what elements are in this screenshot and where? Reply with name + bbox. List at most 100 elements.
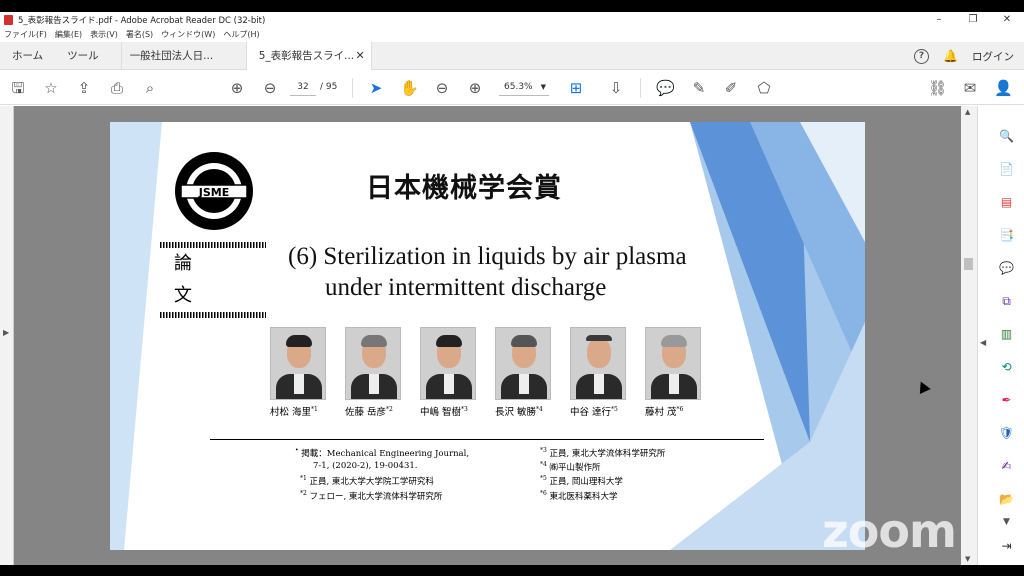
footnote: *6 東北医科薬科大学: [540, 490, 618, 502]
collapse-pane-icon[interactable]: ⇥: [998, 538, 1015, 555]
scroll-thumb[interactable]: [964, 258, 973, 270]
star-icon[interactable]: ☆: [42, 79, 60, 97]
menu-sign[interactable]: 署名(S): [126, 29, 153, 40]
author-photo: [570, 327, 626, 400]
link-icon[interactable]: ⛓: [928, 79, 947, 97]
scan-icon[interactable]: ⟲: [998, 359, 1015, 376]
sign-icon[interactable]: ✍: [998, 458, 1015, 475]
zoom-in-icon[interactable]: ⊕: [466, 79, 484, 97]
menu-view[interactable]: 表示(V): [90, 29, 118, 40]
zoom-level-select[interactable]: 65.3% ▼: [499, 79, 549, 96]
fill-sign-icon[interactable]: ✒: [998, 392, 1015, 409]
menu-bar: ファイル(F) 編集(E) 表示(V) 署名(S) ウィンドウ(W) ヘルプ(H…: [0, 28, 1024, 41]
protect-icon[interactable]: 🛡: [998, 425, 1015, 442]
window-title: 5_表彰報告スライド.pdf - Adobe Acrobat Reader DC…: [18, 16, 266, 26]
more-tools-icon[interactable]: 📂: [998, 491, 1015, 508]
chevron-down-icon: ▼: [540, 83, 546, 91]
author-name: 長沢 敏勝*4: [495, 405, 543, 418]
zoom-out-icon[interactable]: ⊖: [433, 79, 451, 97]
author-name: 中嶋 智樹*3: [420, 405, 468, 418]
hand-icon[interactable]: ✋: [400, 79, 419, 97]
page-down-icon[interactable]: ⊖: [261, 79, 279, 97]
tab-tools[interactable]: ツール: [55, 42, 111, 70]
search-icon[interactable]: ⌕: [141, 79, 159, 97]
author-name: 佐藤 岳彦*2: [345, 405, 393, 418]
bell-icon[interactable]: 🔔: [943, 49, 958, 63]
tab-bar: ホーム ツール 一般社団法人日... 5_表彰報告スライ... ✕ ? 🔔 ログ…: [0, 41, 1024, 70]
left-panel-toggle[interactable]: ▶: [0, 106, 14, 565]
footnote: *4 ㈱平山製作所: [540, 461, 601, 473]
toolbar: 🖫 ☆ ⇪ ⎙ ⌕ ⊕ ⊖ 32 / 95 ➤ ✋ ⊖ ⊕ 65.3% ▼ ⊞ ⇩…: [0, 70, 1024, 105]
acrobat-icon: [4, 15, 13, 25]
help-icon[interactable]: ?: [914, 48, 930, 64]
author-name: 藤村 茂*6: [645, 405, 684, 418]
chevron-left-icon[interactable]: ◀: [980, 338, 986, 347]
zoom-level-value: 65.3%: [504, 82, 533, 92]
upload-icon[interactable]: ⇪: [75, 79, 93, 97]
page-up-icon[interactable]: ⊕: [228, 79, 246, 97]
zoom-search-icon[interactable]: 🔍: [998, 128, 1015, 145]
page-number-input[interactable]: 32: [290, 79, 316, 96]
page-total: / 95: [320, 82, 338, 92]
footnote: *3 正員, 東北大学流体科学研究所: [540, 447, 666, 459]
toolbar-divider: [352, 78, 353, 98]
divider-line: [210, 439, 764, 440]
footnote: 7-1, (2020-2), 19-00431.: [313, 461, 418, 471]
jsme-logo: JSME: [175, 152, 253, 230]
author-photo: [495, 327, 551, 400]
select-arrow-icon[interactable]: ➤: [367, 79, 385, 97]
menu-edit[interactable]: 編集(E): [55, 29, 82, 40]
stamp-icon[interactable]: ⬠: [755, 79, 773, 97]
footnote: *2 フェロー, 東北大学流体科学研究所: [300, 490, 443, 502]
login-button[interactable]: ログイン: [972, 49, 1014, 64]
menu-window[interactable]: ウィンドウ(W): [161, 29, 215, 40]
organize-pages-icon[interactable]: ▥: [998, 326, 1015, 343]
scroll-mode-icon[interactable]: ⇩: [607, 79, 625, 97]
document-area: ▶ ▲ ▼ JSME 論文 日本機械学会賞 (6) Sterilization …: [0, 106, 977, 565]
highlight-icon[interactable]: ✎: [690, 79, 708, 97]
tab-document-1[interactable]: 一般社団法人日...: [120, 41, 246, 70]
add-user-icon[interactable]: 👤: [994, 79, 1013, 97]
tab-home[interactable]: ホーム: [0, 42, 55, 70]
fit-page-icon[interactable]: ⊞: [567, 79, 585, 97]
tab-document-1-label: 一般社団法人日...: [129, 49, 214, 62]
mail-icon[interactable]: ✉: [961, 79, 979, 97]
scroll-tools-down-icon[interactable]: ▼: [998, 514, 1015, 531]
acrobat-window: 5_表彰報告スライド.pdf - Adobe Acrobat Reader DC…: [0, 12, 1024, 565]
comment-icon[interactable]: 💬: [656, 79, 675, 97]
maximize-button[interactable]: ❐: [956, 12, 990, 28]
author-name: 村松 海里*1: [270, 405, 318, 418]
close-window-button[interactable]: ✕: [990, 12, 1024, 28]
menu-file[interactable]: ファイル(F): [4, 29, 47, 40]
menu-help[interactable]: ヘルプ(H): [223, 29, 259, 40]
footnote: *5 正員, 岡山理科大学: [540, 475, 623, 487]
title-bar: 5_表彰報告スライド.pdf - Adobe Acrobat Reader DC…: [0, 12, 1024, 28]
vertical-scrollbar[interactable]: ▲ ▼: [961, 106, 977, 565]
edit-pdf-icon[interactable]: ▤: [998, 194, 1015, 211]
minimize-button[interactable]: –: [922, 12, 956, 28]
combine-files-icon[interactable]: ⧉: [998, 293, 1015, 310]
screen: 5_表彰報告スライド.pdf - Adobe Acrobat Reader DC…: [0, 0, 1024, 576]
award-title: 日本機械学会賞: [366, 173, 562, 204]
scroll-down-icon[interactable]: ▼: [965, 555, 970, 563]
footnote: *1 正員, 東北大学大学院工学研究科: [300, 475, 434, 487]
author-photo: [270, 327, 326, 400]
scroll-up-icon[interactable]: ▲: [965, 108, 970, 116]
close-tab-icon[interactable]: ✕: [355, 42, 364, 70]
draw-icon[interactable]: ✐: [722, 79, 740, 97]
export-pdf-icon[interactable]: 📑: [998, 227, 1015, 244]
tab-document-2[interactable]: 5_表彰報告スライ... ✕: [245, 41, 372, 70]
author-photo: [420, 327, 476, 400]
footnote: • 掲載：Mechanical Engineering Journal,: [295, 447, 470, 459]
paper-title-line-2: under intermittent discharge: [325, 274, 607, 301]
save-icon[interactable]: 🖫: [9, 79, 27, 97]
comment-tool-icon[interactable]: 💬: [998, 260, 1015, 277]
chevron-right-icon: ▶: [3, 328, 10, 337]
category-text: 論文: [174, 253, 222, 306]
author-photo: [345, 327, 401, 400]
logo-text: JSME: [198, 186, 229, 199]
create-pdf-icon[interactable]: 📄: [998, 161, 1015, 178]
author-name: 中谷 達行*5: [570, 405, 618, 418]
author-photo: [645, 327, 701, 400]
print-icon[interactable]: ⎙: [108, 79, 126, 97]
